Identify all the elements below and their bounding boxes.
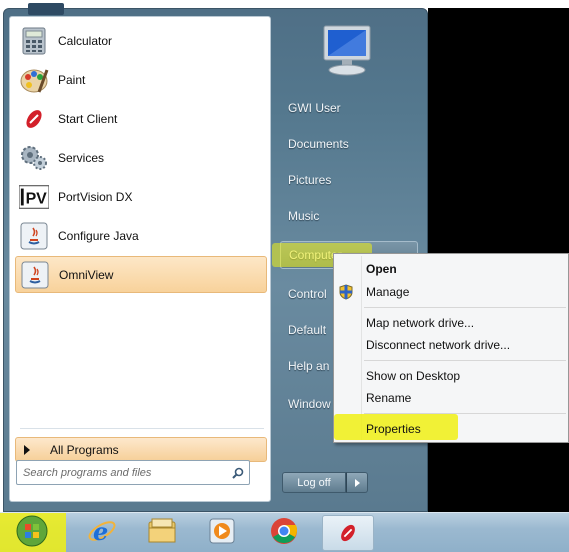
program-label: PortVision DX xyxy=(58,189,133,204)
media-player-icon xyxy=(208,517,236,550)
program-label: Services xyxy=(58,150,105,165)
program-portvision-dx[interactable]: PV PortVision DX xyxy=(15,178,267,215)
shield-icon xyxy=(338,284,354,303)
paint-palette-icon xyxy=(19,65,49,95)
ctx-manage-label: Manage xyxy=(366,285,410,299)
program-configure-java[interactable]: Configure Java xyxy=(15,217,267,254)
search-icon[interactable] xyxy=(227,467,249,479)
screen: Calculator Paint Start Client Services P… xyxy=(0,0,569,552)
portvision-icon: PV xyxy=(19,182,49,212)
logoff-button[interactable]: Log off xyxy=(282,472,346,493)
ctx-manage[interactable]: Manage xyxy=(339,281,564,303)
taskbar-chrome[interactable] xyxy=(262,516,306,550)
user-picture-monitor-icon[interactable] xyxy=(316,20,378,80)
taskbar-file-explorer[interactable] xyxy=(140,516,184,550)
program-start-client[interactable]: Start Client xyxy=(15,100,267,137)
ctx-disconnect-network-drive[interactable]: Disconnect network drive... xyxy=(366,334,564,356)
taskbar-start-client-active[interactable] xyxy=(322,515,374,551)
calculator-icon xyxy=(19,26,49,56)
windows-logo-icon xyxy=(15,514,49,552)
program-label: Paint xyxy=(58,72,86,87)
program-label: OmniView xyxy=(59,267,114,282)
menu-gutter xyxy=(361,256,362,440)
nav-documents[interactable]: Documents xyxy=(280,130,418,158)
taskbar-internet-explorer[interactable]: e xyxy=(80,516,124,550)
nav-pictures[interactable]: Pictures xyxy=(280,166,418,194)
menu-separator xyxy=(364,307,566,308)
start-client-icon xyxy=(19,104,49,134)
programs-pane: Calculator Paint Start Client Services P… xyxy=(9,16,271,502)
ctx-map-network-drive[interactable]: Map network drive... xyxy=(366,312,564,334)
program-label: Configure Java xyxy=(58,228,139,243)
program-label: Start Client xyxy=(58,111,118,126)
ctx-properties[interactable]: Properties xyxy=(366,418,564,440)
program-services[interactable]: Services xyxy=(15,139,267,176)
start-orb-button[interactable] xyxy=(10,514,54,552)
svg-text:e: e xyxy=(93,517,108,546)
internet-explorer-icon: e xyxy=(87,516,117,551)
all-programs-label: All Programs xyxy=(50,442,119,457)
folder-icon xyxy=(147,518,177,549)
program-paint[interactable]: Paint xyxy=(15,61,267,98)
triangle-right-icon xyxy=(354,478,360,487)
java-icon xyxy=(20,260,50,290)
divider xyxy=(20,428,264,429)
ctx-show-on-desktop[interactable]: Show on Desktop xyxy=(366,365,564,387)
search-box[interactable] xyxy=(16,460,250,485)
taskbar: e xyxy=(0,512,569,552)
search-input[interactable] xyxy=(17,462,227,483)
ctx-rename[interactable]: Rename xyxy=(366,387,564,409)
triangle-right-icon xyxy=(24,444,30,455)
context-menu: Open Manage Map network drive... Disconn… xyxy=(333,253,569,443)
title-fragment xyxy=(28,3,64,15)
all-programs-button[interactable]: All Programs xyxy=(15,437,267,462)
nav-user-folder[interactable]: GWI User xyxy=(280,94,418,122)
svg-text:PV: PV xyxy=(26,190,48,207)
logoff-options-button[interactable] xyxy=(346,472,368,493)
ctx-open[interactable]: Open xyxy=(366,258,564,280)
taskbar-media-player[interactable] xyxy=(200,516,244,550)
services-gear-icon xyxy=(19,143,49,173)
menu-separator xyxy=(364,360,566,361)
chrome-icon xyxy=(269,516,299,551)
start-client-icon xyxy=(323,516,373,550)
nav-music[interactable]: Music xyxy=(280,202,418,230)
program-label: Calculator xyxy=(58,33,113,48)
program-calculator[interactable]: Calculator xyxy=(15,22,267,59)
program-omniview[interactable]: OmniView xyxy=(15,256,267,293)
java-icon xyxy=(19,221,49,251)
